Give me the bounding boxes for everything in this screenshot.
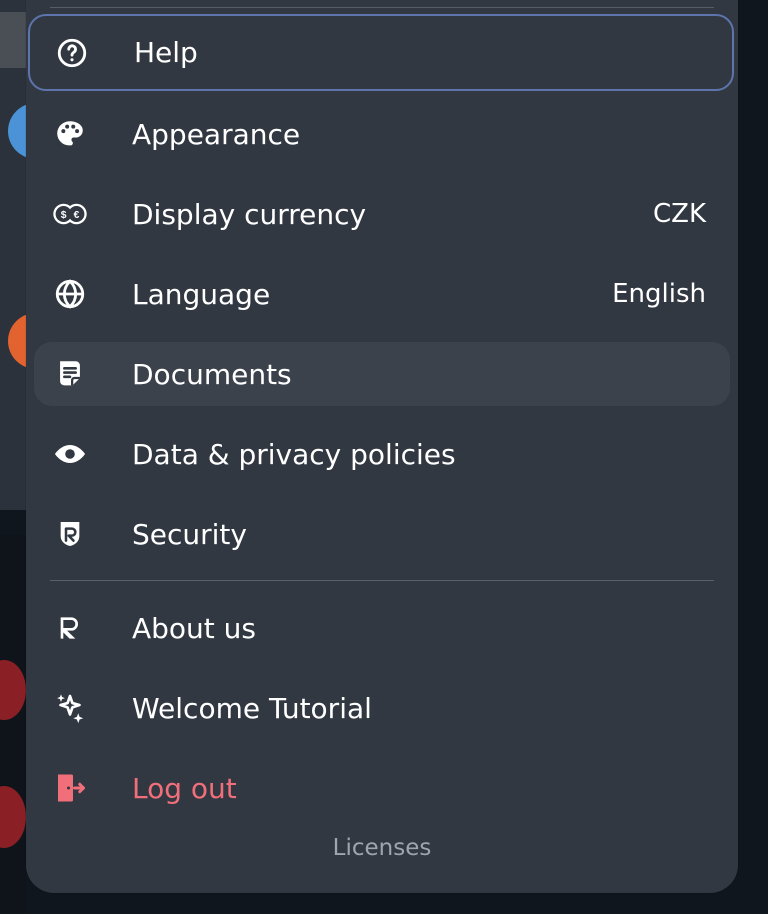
licenses-link[interactable]: Licenses	[26, 835, 738, 861]
help-circle-icon	[54, 35, 90, 71]
section-divider	[50, 580, 714, 581]
settings-menu-panel: Help Appearance $ € Display currency CZK…	[26, 0, 738, 893]
menu-item-label: Security	[132, 517, 247, 551]
background-bottom-area	[0, 535, 26, 914]
currency-icon: $ €	[52, 196, 88, 232]
menu-item-label: Data & privacy policies	[132, 437, 456, 471]
menu-item-privacy[interactable]: Data & privacy policies	[34, 422, 730, 486]
menu-item-documents[interactable]: Documents	[34, 342, 730, 406]
menu-item-label: Appearance	[132, 117, 301, 151]
menu-item-log-out[interactable]: Log out	[34, 756, 730, 820]
menu-item-about-us[interactable]: About us	[34, 596, 730, 660]
top-divider	[50, 7, 714, 8]
background-left-strip	[0, 0, 26, 510]
palette-icon	[52, 116, 88, 152]
menu-item-label: Welcome Tutorial	[132, 691, 372, 725]
r-logo-icon	[52, 610, 88, 646]
menu-item-label: About us	[132, 611, 257, 645]
logout-icon	[52, 770, 88, 806]
menu-item-label: Display currency	[132, 197, 367, 231]
menu-item-welcome-tutorial[interactable]: Welcome Tutorial	[34, 676, 730, 740]
svg-text:$: $	[61, 210, 67, 221]
document-icon	[52, 356, 88, 392]
menu-item-language[interactable]: Language English	[34, 262, 730, 326]
menu-item-label: Log out	[132, 771, 237, 805]
menu-item-value: English	[612, 279, 706, 309]
shield-r-icon	[52, 516, 88, 552]
menu-item-appearance[interactable]: Appearance	[34, 102, 730, 166]
menu-item-security[interactable]: Security	[34, 502, 730, 566]
sparkle-icon	[52, 690, 88, 726]
menu-item-label: Documents	[132, 357, 292, 391]
menu-item-value: CZK	[652, 199, 706, 229]
svg-text:€: €	[74, 210, 80, 221]
menu-item-label: Help	[134, 36, 198, 69]
menu-item-label: Language	[132, 277, 271, 311]
menu-item-help[interactable]: Help	[28, 14, 734, 91]
background-top-bar	[0, 12, 26, 68]
globe-icon	[52, 276, 88, 312]
menu-item-display-currency[interactable]: $ € Display currency CZK	[34, 182, 730, 246]
eye-icon	[52, 436, 88, 472]
